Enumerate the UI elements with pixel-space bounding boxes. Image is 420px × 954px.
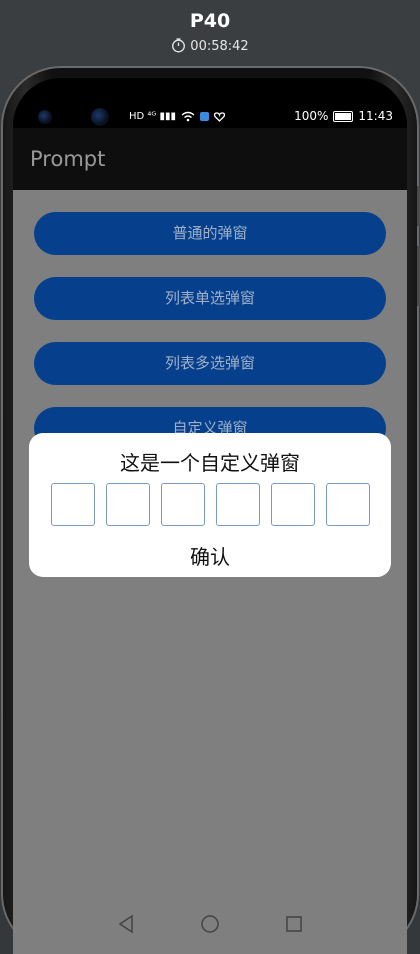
heart-icon bbox=[213, 111, 225, 122]
code-input-1[interactable] bbox=[51, 483, 95, 526]
single-choice-list-dialog-button[interactable]: 列表单选弹窗 bbox=[34, 277, 386, 320]
front-camera-icon bbox=[38, 110, 52, 124]
device-name: P40 bbox=[189, 10, 231, 32]
app-bar: Prompt bbox=[13, 128, 407, 190]
dialog-title: 这是一个自定义弹窗 bbox=[120, 451, 300, 475]
multi-choice-list-dialog-button[interactable]: 列表多选弹窗 bbox=[34, 342, 386, 385]
status-icons-right: 100% 11:43 bbox=[294, 109, 393, 123]
session-timer-text: 00:58:42 bbox=[190, 39, 249, 54]
device-preview: P40 00:58:42 HD ⁴ᴳ ▮▮▮ 100% 11:43 Prompt… bbox=[0, 0, 420, 954]
custom-dialog: 这是一个自定义弹窗 确认 bbox=[29, 433, 391, 577]
timer-icon bbox=[171, 38, 186, 57]
front-camera-secondary-icon bbox=[91, 108, 109, 126]
home-icon[interactable] bbox=[200, 914, 220, 934]
confirm-button[interactable]: 确认 bbox=[29, 541, 391, 570]
wifi-icon bbox=[181, 111, 195, 122]
signal-icon: HD ⁴ᴳ ▮▮▮ bbox=[129, 111, 176, 122]
navigation-bar bbox=[13, 898, 407, 954]
normal-dialog-button[interactable]: 普通的弹窗 bbox=[34, 212, 386, 255]
session-timer: 00:58:42 bbox=[0, 38, 420, 57]
code-input-row bbox=[51, 483, 370, 526]
code-input-4[interactable] bbox=[216, 483, 260, 526]
clock: 11:43 bbox=[358, 109, 393, 123]
code-input-2[interactable] bbox=[106, 483, 150, 526]
code-input-6[interactable] bbox=[326, 483, 370, 526]
app-notification-icon bbox=[199, 112, 209, 121]
page-title: Prompt bbox=[30, 147, 106, 171]
battery-percent: 100% bbox=[294, 109, 329, 123]
status-icons-left: HD ⁴ᴳ ▮▮▮ bbox=[129, 111, 225, 122]
code-input-5[interactable] bbox=[271, 483, 315, 526]
battery-icon bbox=[333, 110, 354, 122]
recents-icon[interactable] bbox=[285, 914, 303, 934]
back-icon[interactable] bbox=[117, 914, 135, 934]
code-input-3[interactable] bbox=[161, 483, 205, 526]
